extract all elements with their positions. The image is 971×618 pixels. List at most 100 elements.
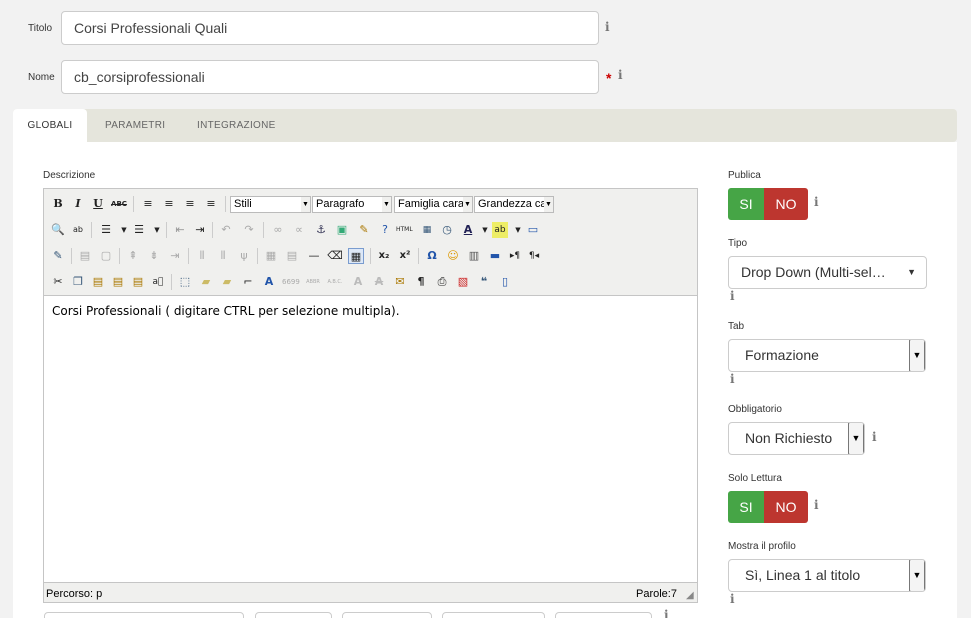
- superscript-icon[interactable]: x²: [397, 248, 413, 264]
- mostra-info-icon[interactable]: i: [730, 592, 735, 606]
- image-icon[interactable]: ▣: [334, 222, 350, 238]
- paste-word-icon[interactable]: ▤: [130, 274, 146, 290]
- underline-icon[interactable]: U: [90, 196, 106, 212]
- absolute-icon[interactable]: ⌐: [240, 274, 256, 290]
- tab-integrazione[interactable]: INTEGRAZIONE: [197, 109, 276, 142]
- align-justify-icon[interactable]: ≡: [203, 196, 219, 212]
- del-icon[interactable]: A: [350, 274, 366, 290]
- redo-icon[interactable]: ↷: [241, 222, 257, 238]
- paste-icon[interactable]: ▤: [90, 274, 106, 290]
- row-props-icon[interactable]: ▤: [77, 248, 93, 264]
- tipo-select[interactable]: Drop Down (Multi-sel… ▼: [728, 256, 927, 289]
- pagebreak-icon[interactable]: ▬: [487, 248, 503, 264]
- titolo-info-icon[interactable]: i: [605, 20, 610, 34]
- cleanup-icon[interactable]: ✎: [356, 222, 372, 238]
- html-icon[interactable]: HTML: [396, 222, 413, 238]
- outdent-icon[interactable]: ⇤: [172, 222, 188, 238]
- cite-icon[interactable]: 6699: [282, 274, 300, 290]
- obbligatorio-info-icon[interactable]: i: [872, 430, 877, 444]
- select-all-icon[interactable]: a⃞: [150, 274, 166, 290]
- indent-icon[interactable]: ⇥: [192, 222, 208, 238]
- editor-button[interactable]: [342, 612, 432, 618]
- obbligatorio-select[interactable]: Non Richiesto ▼: [728, 422, 865, 455]
- insert-row-before-icon[interactable]: ⇞: [125, 248, 141, 264]
- format-select[interactable]: Paragrafo ▼: [312, 196, 392, 213]
- sololettura-yes-button[interactable]: SI: [728, 491, 764, 523]
- editor-button[interactable]: [255, 612, 332, 618]
- publica-info-icon[interactable]: i: [814, 195, 819, 209]
- find-icon[interactable]: 🔍: [50, 222, 66, 238]
- delete-col-icon[interactable]: ψ: [236, 248, 252, 264]
- ltr-icon[interactable]: ▸¶: [507, 248, 523, 264]
- table-icon[interactable]: ▦: [348, 248, 364, 264]
- highlight-color-icon[interactable]: ab: [492, 222, 508, 238]
- ins-icon[interactable]: A: [371, 274, 387, 290]
- unlink-icon[interactable]: ∝: [291, 222, 307, 238]
- resize-handle-icon[interactable]: ◢: [686, 587, 694, 605]
- special-char-icon[interactable]: Ω: [424, 248, 440, 264]
- fullscreen-icon[interactable]: ▭: [525, 222, 541, 238]
- sololettura-info-icon[interactable]: i: [814, 498, 819, 512]
- tab-parametri[interactable]: PARAMETRI: [105, 109, 165, 142]
- insert-col-before-icon[interactable]: ⫴: [194, 248, 210, 264]
- chevron-down-icon[interactable]: ▼: [510, 222, 526, 238]
- numbered-list-icon[interactable]: ☰: [131, 222, 147, 238]
- editor-info-icon[interactable]: i: [664, 608, 669, 618]
- editor-button[interactable]: [442, 612, 545, 618]
- page-props-icon[interactable]: ▯: [497, 274, 513, 290]
- insert-layer-icon[interactable]: ▰: [198, 274, 214, 290]
- publica-toggle[interactable]: SI NO: [728, 188, 808, 220]
- delete-row-icon[interactable]: ⇥: [167, 248, 183, 264]
- rtl-icon[interactable]: ¶◂: [526, 248, 542, 264]
- editor-content[interactable]: Corsi Professionali ( digitare CTRL per …: [44, 295, 697, 583]
- split-cells-icon[interactable]: ▦: [263, 248, 279, 264]
- italic-icon[interactable]: I: [70, 196, 86, 212]
- abbr-icon[interactable]: ABBR: [305, 274, 321, 290]
- tab-info-icon[interactable]: i: [730, 372, 735, 386]
- styles-select[interactable]: Stili ▼: [230, 196, 311, 213]
- move-layer-icon[interactable]: ▰: [219, 274, 235, 290]
- sololettura-no-button[interactable]: NO: [764, 491, 808, 523]
- insert-row-after-icon[interactable]: ⇟: [146, 248, 162, 264]
- tab-globali[interactable]: GLOBALI: [13, 109, 87, 142]
- cell-props-icon[interactable]: ▢: [98, 248, 114, 264]
- align-right-icon[interactable]: ≡: [182, 196, 198, 212]
- text-color-icon[interactable]: A: [460, 222, 476, 238]
- cut-icon[interactable]: ✂: [50, 274, 66, 290]
- media-icon[interactable]: ▥: [466, 248, 482, 264]
- bullet-list-icon[interactable]: ☰: [98, 222, 114, 238]
- preview-icon[interactable]: ⎙: [434, 274, 450, 290]
- acronym-icon[interactable]: A.B.C.: [327, 274, 343, 290]
- tab-select[interactable]: Formazione ▼: [728, 339, 926, 372]
- insert-col-after-icon[interactable]: ⫴: [215, 248, 231, 264]
- titolo-input[interactable]: Corsi Professionali Quali: [61, 11, 599, 45]
- bold-icon[interactable]: B: [50, 196, 66, 212]
- blockquote-icon[interactable]: ❝: [476, 274, 492, 290]
- publica-no-button[interactable]: NO: [764, 188, 808, 220]
- paste-text-icon[interactable]: ▤: [110, 274, 126, 290]
- align-left-icon[interactable]: ≡: [140, 196, 156, 212]
- help-icon[interactable]: ?: [377, 222, 393, 238]
- mostra-select[interactable]: Sì, Linea 1 al titolo ▼: [728, 559, 926, 592]
- copy-icon[interactable]: ❐: [70, 274, 86, 290]
- edit-css-icon[interactable]: ✎: [50, 248, 66, 264]
- publica-yes-button[interactable]: SI: [728, 188, 764, 220]
- tipo-info-icon[interactable]: i: [730, 289, 735, 303]
- attribs-icon[interactable]: ✉: [392, 274, 408, 290]
- chevron-down-icon[interactable]: ▼: [149, 222, 165, 238]
- emoticon-icon[interactable]: ☺: [445, 248, 461, 264]
- date-icon[interactable]: ▦: [419, 222, 435, 238]
- replace-icon[interactable]: ab: [70, 222, 86, 238]
- nome-info-icon[interactable]: i: [618, 68, 623, 82]
- subscript-icon[interactable]: x₂: [376, 248, 392, 264]
- style-props-icon[interactable]: A: [261, 274, 277, 290]
- merge-cells-icon[interactable]: ▤: [284, 248, 300, 264]
- link-icon[interactable]: ∞: [270, 222, 286, 238]
- undo-icon[interactable]: ↶: [218, 222, 234, 238]
- anchor-icon[interactable]: ⚓: [313, 222, 329, 238]
- sololettura-toggle[interactable]: SI NO: [728, 491, 808, 523]
- chevron-down-icon[interactable]: ▼: [116, 222, 132, 238]
- visual-aid-icon[interactable]: ⬚: [177, 274, 193, 290]
- strikethrough-icon[interactable]: ABC: [111, 196, 127, 212]
- editor-button[interactable]: [555, 612, 652, 618]
